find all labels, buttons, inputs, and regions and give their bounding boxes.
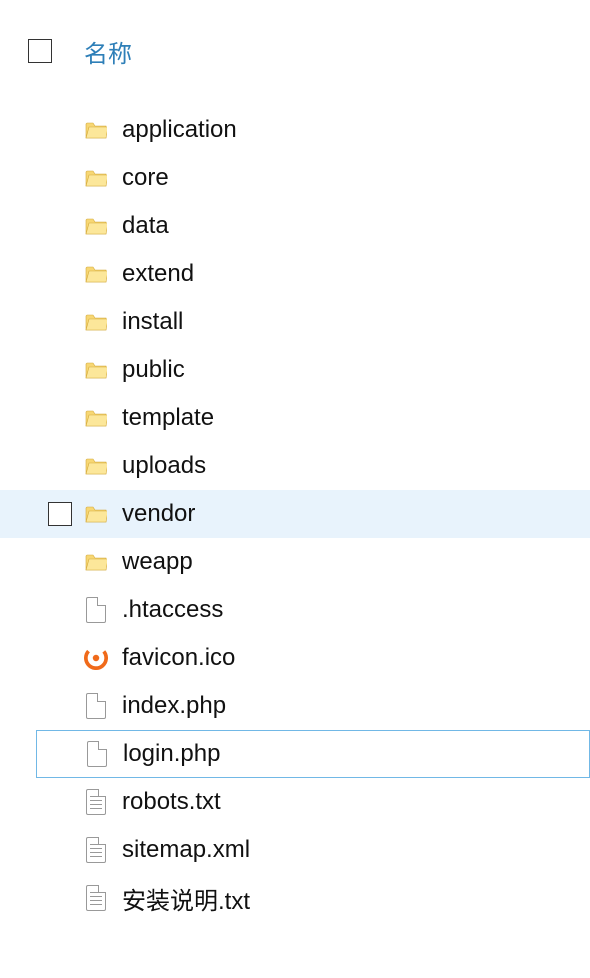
file-name: 安装说明.txt: [122, 881, 250, 916]
file-row[interactable]: core: [0, 154, 590, 202]
column-header-row: 名称: [0, 28, 590, 74]
file-row[interactable]: weapp: [0, 538, 590, 586]
name-column-header[interactable]: 名称: [84, 34, 132, 69]
row-checkbox[interactable]: [48, 502, 72, 526]
file-row[interactable]: extend: [0, 250, 590, 298]
file-row[interactable]: sitemap.xml: [0, 826, 590, 874]
file-row[interactable]: public: [0, 346, 590, 394]
favicon-icon: [84, 644, 108, 672]
folder-icon: [84, 164, 108, 192]
folder-icon: [84, 308, 108, 336]
file-row[interactable]: index.php: [0, 682, 590, 730]
file-row[interactable]: .htaccess: [0, 586, 590, 634]
file-row[interactable]: vendor: [0, 490, 590, 538]
text-file-icon: [84, 836, 108, 864]
file-name: uploads: [122, 452, 206, 480]
folder-icon: [84, 212, 108, 240]
file-name: vendor: [122, 500, 195, 528]
file-name: data: [122, 212, 169, 240]
file-name: extend: [122, 260, 194, 288]
file-name: install: [122, 308, 183, 336]
file-name: template: [122, 404, 214, 432]
folder-icon: [84, 500, 108, 528]
file-row[interactable]: 安装说明.txt: [0, 874, 590, 922]
file-row[interactable]: favicon.ico: [0, 634, 590, 682]
folder-icon: [84, 404, 108, 432]
blank-file-icon: [84, 596, 108, 624]
file-name: application: [122, 116, 237, 144]
file-row[interactable]: uploads: [0, 442, 590, 490]
file-name: .htaccess: [122, 596, 223, 624]
file-name: index.php: [122, 692, 226, 720]
file-name: weapp: [122, 548, 193, 576]
file-name: login.php: [123, 740, 220, 768]
file-row[interactable]: data: [0, 202, 590, 250]
folder-icon: [84, 260, 108, 288]
file-name: public: [122, 356, 185, 384]
file-row[interactable]: install: [0, 298, 590, 346]
file-name: core: [122, 164, 169, 192]
file-row[interactable]: application: [0, 106, 590, 154]
file-list: 名称 application core data extend: [0, 0, 590, 922]
file-name: robots.txt: [122, 788, 221, 816]
folder-icon: [84, 548, 108, 576]
file-row[interactable]: login.php: [36, 730, 590, 778]
blank-file-icon: [85, 740, 109, 768]
text-file-icon: [84, 884, 108, 912]
folder-icon: [84, 116, 108, 144]
file-row[interactable]: robots.txt: [0, 778, 590, 826]
folder-icon: [84, 356, 108, 384]
file-name: sitemap.xml: [122, 836, 250, 864]
blank-file-icon: [84, 692, 108, 720]
text-file-icon: [84, 788, 108, 816]
file-row[interactable]: template: [0, 394, 590, 442]
folder-icon: [84, 452, 108, 480]
select-all-checkbox[interactable]: [28, 39, 52, 63]
file-name: favicon.ico: [122, 644, 235, 672]
